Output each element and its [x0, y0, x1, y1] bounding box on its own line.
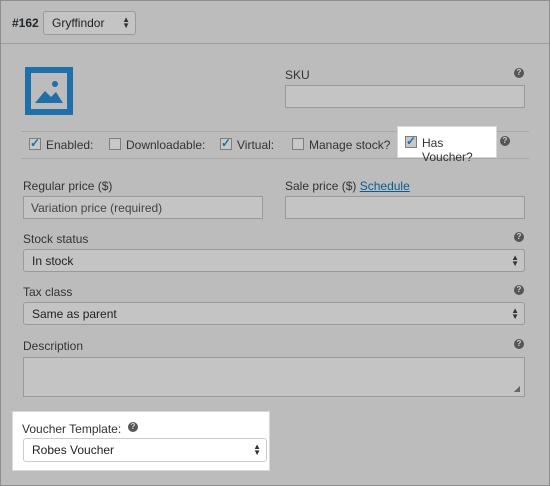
tax-class-help-icon[interactable]: ?	[514, 285, 524, 295]
stock-status-label: Stock status	[23, 232, 89, 246]
tax-class-select[interactable]: Same as parent ▲ ▼	[23, 302, 525, 325]
attribute-select-value: Gryffindor	[52, 16, 105, 30]
schedule-link[interactable]: Schedule	[360, 179, 410, 193]
variation-panel: #162 Gryffindor ▲▼ SKU ? Enabled: Downlo…	[0, 0, 550, 486]
virtual-label: Virtual:	[237, 138, 275, 152]
has-voucher-checkbox[interactable]	[405, 134, 417, 148]
sku-label: SKU	[285, 68, 310, 82]
select-arrows-icon: ▲ ▼	[253, 442, 261, 457]
attribute-select[interactable]: Gryffindor ▲ ▼	[43, 11, 136, 35]
options-help-icon[interactable]: ?	[500, 136, 510, 146]
stock-status-value: In stock	[32, 253, 74, 268]
voucher-template-highlight: Voucher Template: ? Robes Voucher ▲ ▼	[12, 411, 270, 471]
select-arrows-icon: ▲ ▼	[511, 252, 519, 268]
stock-status-select[interactable]: In stock ▲ ▼	[23, 249, 525, 272]
regular-price-label: Regular price ($)	[23, 179, 113, 193]
sku-input[interactable]	[285, 85, 525, 108]
tax-class-value: Same as parent	[32, 306, 117, 321]
enabled-checkbox[interactable]	[29, 136, 41, 150]
has-voucher-highlight: Has Voucher?	[397, 126, 497, 164]
sku-help-icon[interactable]: ?	[514, 68, 524, 78]
select-arrows-icon: ▲ ▼	[122, 15, 130, 30]
voucher-template-select[interactable]: Robes Voucher ▲ ▼	[23, 438, 267, 462]
variation-number: #162	[12, 16, 39, 30]
downloadable-label: Downloadable:	[126, 138, 206, 152]
regular-price-placeholder: Variation price (required)	[31, 200, 163, 215]
voucher-template-value: Robes Voucher	[32, 443, 115, 457]
voucher-template-help-icon[interactable]: ?	[128, 422, 138, 432]
select-arrows-icon: ▲ ▼	[511, 305, 519, 321]
downloadable-checkbox[interactable]	[109, 138, 121, 150]
voucher-template-label: Voucher Template:	[22, 422, 122, 436]
regular-price-input[interactable]: Variation price (required)	[23, 196, 263, 219]
sale-price-label-text: Sale price ($)	[285, 179, 357, 193]
manage-stock-label: Manage stock?	[309, 138, 391, 152]
description-textarea[interactable]: ◢	[23, 357, 525, 397]
tax-class-label: Tax class	[23, 285, 73, 299]
stock-status-help-icon[interactable]: ?	[514, 232, 524, 242]
sale-price-label: Sale price ($) Schedule	[285, 179, 410, 193]
has-voucher-label: Has Voucher?	[422, 136, 473, 164]
variation-image[interactable]	[25, 67, 73, 115]
sale-price-input[interactable]	[285, 196, 525, 219]
virtual-checkbox[interactable]	[220, 136, 232, 150]
resize-handle-icon[interactable]: ◢	[514, 384, 520, 393]
manage-stock-checkbox[interactable]	[292, 138, 304, 150]
description-label: Description	[23, 339, 84, 353]
enabled-label: Enabled:	[46, 138, 94, 152]
image-placeholder-icon	[31, 73, 67, 109]
variation-header: #162 Gryffindor ▲ ▼	[1, 1, 549, 44]
description-help-icon[interactable]: ?	[514, 339, 524, 349]
